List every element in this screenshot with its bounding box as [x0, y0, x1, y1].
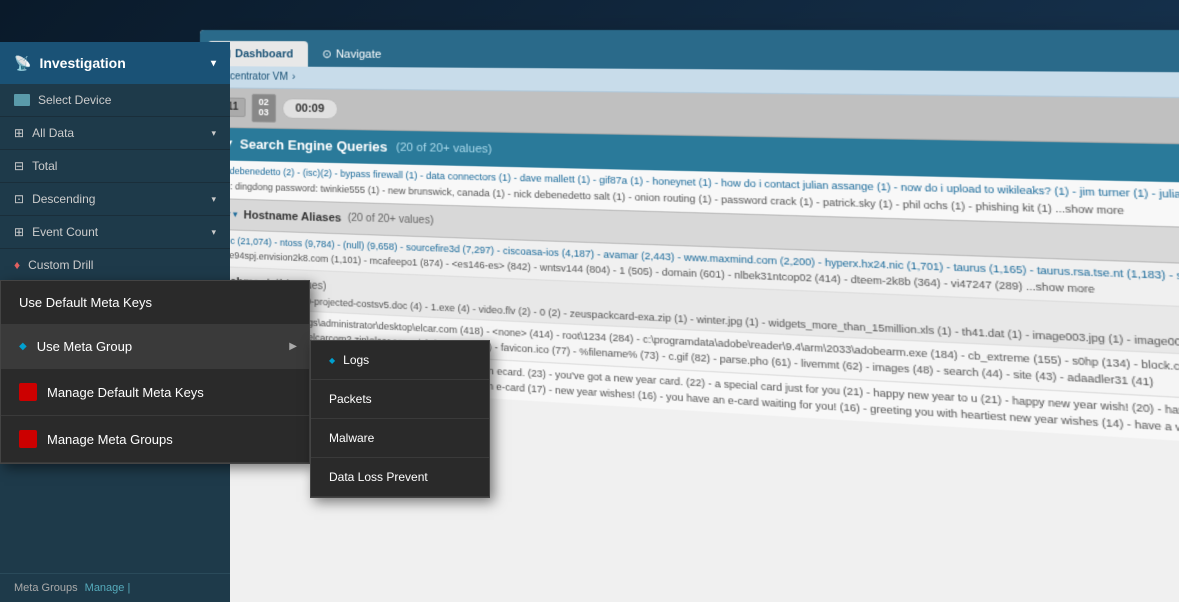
select-device-label: Select Device	[38, 93, 111, 107]
packets-label: Packets	[329, 392, 372, 406]
sidebar-item-all-data[interactable]: ⊞ All Data ▾	[0, 117, 230, 150]
dropdown-item-manage-default-keys[interactable]: Manage Default Meta Keys	[1, 369, 309, 416]
sidebar-item-descending[interactable]: ⊡ Descending ▾	[0, 183, 230, 216]
device-icon	[14, 94, 30, 106]
manage-meta-groups-label: Manage Meta Groups	[47, 432, 173, 447]
sub-item-logs[interactable]: ◆ Logs	[311, 341, 489, 380]
dropdown-menu: Use Default Meta Keys ◆ Use Meta Group ▶…	[0, 280, 310, 464]
all-data-chevron: ▾	[211, 128, 216, 139]
bg-navigate-tab: ⊙ Navigate	[308, 41, 397, 67]
hostname-title: Hostname Aliases	[244, 209, 342, 225]
hostname-count: (20 of 20+ values)	[348, 213, 434, 227]
event-count-chevron: ▾	[211, 227, 216, 238]
descending-icon: ⊡	[14, 192, 24, 206]
dropdown-item-use-meta-group[interactable]: ◆ Use Meta Group ▶	[1, 325, 309, 369]
descending-chevron: ▾	[211, 194, 216, 205]
total-label: Total	[32, 159, 57, 173]
sidebar-title: Investigation	[39, 55, 125, 71]
submenu-chevron-icon: ▶	[289, 341, 297, 352]
red-box-icon	[19, 383, 37, 401]
sidebar-item-select-device[interactable]: Select Device	[0, 84, 230, 117]
total-icon: ⊟	[14, 159, 24, 173]
time-box: 00:09	[282, 98, 338, 119]
event-count-label: Event Count	[32, 225, 98, 239]
search-count: (20 of 20+ values)	[396, 141, 492, 156]
sub-dropdown: ◆ Logs Packets Malware Data Loss Prevent	[310, 340, 490, 498]
sidebar-chevron[interactable]: ▾	[211, 58, 216, 69]
sidebar-item-event-count[interactable]: ⊞ Event Count ▾	[0, 216, 230, 249]
red-box-icon-2	[19, 430, 37, 448]
background-dashboard: ⊞ Dashboard ⊙ Navigate Concentrator VM ›…	[195, 30, 1179, 602]
date-box: 02 03	[251, 94, 276, 123]
default-meta-keys-label: Use Default Meta Keys	[19, 295, 152, 310]
diamond-icon: ◆	[19, 341, 27, 352]
sub-item-data-loss-prevent[interactable]: Data Loss Prevent	[311, 458, 489, 497]
search-title: Search Engine Queries	[240, 137, 388, 155]
sidebar-header[interactable]: 📡 Investigation ▾	[0, 42, 230, 84]
logs-label: Logs	[343, 353, 369, 367]
dropdown-overlay: Use Default Meta Keys ◆ Use Meta Group ▶…	[0, 280, 310, 602]
sidebar-item-custom-drill[interactable]: ♦ Custom Drill	[0, 249, 230, 282]
custom-drill-label: Custom Drill	[28, 258, 93, 272]
event-icon: ⊞	[14, 225, 24, 239]
dropdown-item-manage-meta-groups[interactable]: Manage Meta Groups	[1, 416, 309, 463]
sub-item-malware[interactable]: Malware	[311, 419, 489, 458]
sidebar-item-total[interactable]: ⊟ Total	[0, 150, 230, 183]
sub-item-packets[interactable]: Packets	[311, 380, 489, 419]
manage-default-keys-label: Manage Default Meta Keys	[47, 385, 204, 400]
logs-diamond-icon: ◆	[329, 356, 335, 365]
all-data-label: All Data	[32, 126, 74, 140]
descending-label: Descending	[32, 192, 95, 206]
data-loss-prevent-label: Data Loss Prevent	[329, 470, 428, 484]
malware-label: Malware	[329, 431, 374, 445]
grid-icon: ⊞	[14, 126, 24, 140]
dropdown-item-default-meta-keys[interactable]: Use Default Meta Keys	[1, 281, 309, 325]
drill-icon: ♦	[14, 258, 20, 272]
use-meta-group-label: Use Meta Group	[37, 339, 132, 354]
